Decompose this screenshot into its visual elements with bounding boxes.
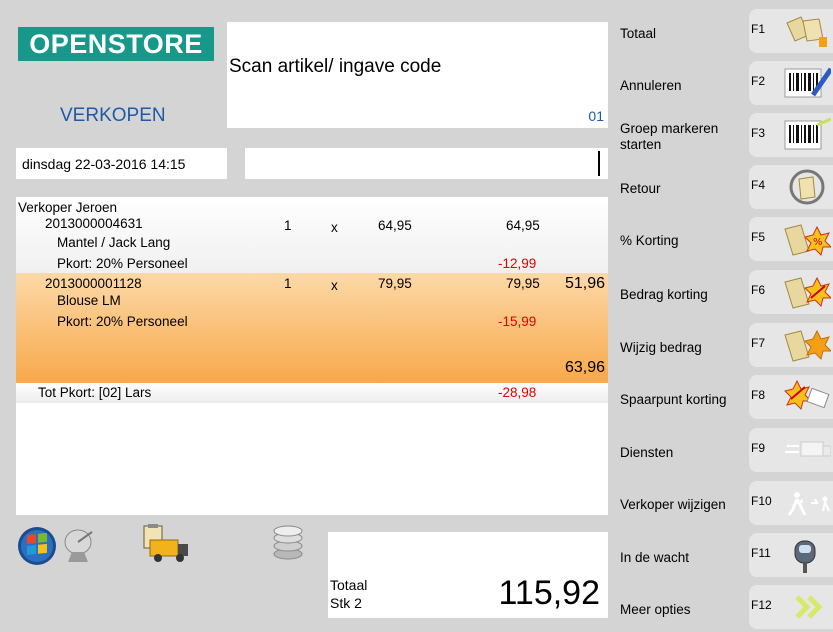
savings-points-icon	[784, 379, 830, 410]
code-input[interactable]	[245, 148, 608, 179]
f2-button[interactable]: F2	[749, 61, 833, 105]
f8-key-label: F8	[751, 388, 766, 402]
item-discount-label: Pkort: 20% Personeel	[57, 314, 188, 329]
f12-key-label: F12	[751, 598, 772, 612]
f10-key-label: F10	[751, 494, 772, 508]
fn-label-verkoper-wijzigen[interactable]: Verkoper wijzigen	[620, 497, 750, 513]
fn-label-percent-korting[interactable]: % Korting	[620, 233, 750, 249]
mode-title: VERKOPEN	[60, 105, 166, 126]
total-discount-label: Tot Pkort: [02] Lars	[38, 385, 152, 400]
f5-button[interactable]: F5 %	[749, 217, 833, 261]
item-subtotal: 63,96	[565, 359, 606, 376]
receipt-line-selected[interactable]: 2013000001128 1 x 79,95 79,95 Blouse LM …	[16, 273, 608, 383]
fn-label-groep-markeren[interactable]: Groep markeren starten	[620, 121, 750, 153]
receipt-list[interactable]: Verkoper Jeroen 2013000004631 1 x 64,95 …	[16, 197, 608, 515]
item-qty: 1	[284, 218, 292, 233]
item-qty: 1	[284, 276, 292, 291]
fn-label-spaarpunt-korting[interactable]: Spaarpunt korting	[620, 392, 750, 408]
f4-key-label: F4	[751, 178, 766, 192]
f6-button[interactable]: F6	[749, 270, 833, 314]
seller-label: Verkoper Jeroen	[18, 200, 118, 215]
f8-button[interactable]: F8	[749, 375, 833, 419]
scan-prompt: Scan artikel/ ingave code	[229, 56, 442, 77]
amount-discount-icon	[784, 276, 831, 309]
fn-label-bedrag-korting[interactable]: Bedrag korting	[620, 287, 750, 303]
f12-button[interactable]: F12	[749, 585, 833, 629]
item-price: 64,95	[378, 218, 412, 233]
fn-label-meer-opties[interactable]: Meer opties	[620, 602, 750, 618]
item-times: x	[331, 278, 338, 293]
item-discount-amount: -15,99	[498, 314, 537, 329]
item-amount: 79,95	[506, 276, 540, 291]
text-caret	[598, 151, 600, 176]
item-barcode: 2013000001128	[45, 276, 142, 291]
item-discount-label: Pkort: 20% Personeel	[57, 256, 188, 271]
total-discount-amount: -28,98	[498, 385, 537, 400]
f3-button[interactable]: F3	[749, 113, 833, 157]
f2-key-label: F2	[751, 74, 766, 88]
shopping-bags-icon	[786, 16, 827, 47]
f9-key-label: F9	[751, 441, 766, 455]
item-count: Stk 2	[330, 595, 362, 611]
change-amount-icon	[784, 329, 831, 362]
fn-label-in-de-wacht[interactable]: In de wacht	[620, 550, 750, 566]
item-amount: 64,95	[506, 218, 540, 233]
fn-label-wijzig-bedrag[interactable]: Wijzig bedrag	[620, 340, 750, 356]
total-display: Totaal Stk 2 115,92	[328, 532, 608, 618]
f9-button[interactable]: F9	[749, 428, 833, 472]
f3-key-label: F3	[751, 126, 766, 140]
item-name: Mantel / Jack Lang	[57, 235, 171, 250]
f7-key-label: F7	[751, 336, 766, 350]
total-label: Totaal	[330, 577, 368, 593]
windows-start-icon[interactable]	[17, 526, 59, 566]
f11-button[interactable]: F11	[749, 533, 833, 577]
fn-label-retour[interactable]: Retour	[620, 181, 750, 197]
delivery-truck-icon[interactable]	[140, 524, 190, 566]
total-amount: 115,92	[498, 574, 600, 612]
f4-button[interactable]: F4	[749, 165, 833, 209]
item-price: 79,95	[378, 276, 412, 291]
item-times: x	[331, 220, 338, 235]
f5-key-label: F5	[751, 230, 766, 244]
barcode-icon	[784, 117, 831, 150]
svg-text:%: %	[813, 237, 823, 248]
database-icon[interactable]	[270, 524, 306, 562]
item-barcode: 2013000004631	[45, 216, 143, 231]
fn-label-diensten[interactable]: Diensten	[620, 445, 750, 461]
f6-key-label: F6	[751, 283, 766, 297]
fn-label-totaal[interactable]: Totaal	[620, 26, 750, 42]
datetime-display: dinsdag 22-03-2016 14:15	[16, 148, 227, 179]
more-options-icon	[795, 595, 823, 619]
scan-code: 01	[588, 108, 604, 124]
satellite-dish-icon[interactable]	[62, 528, 100, 564]
fn-label-annuleren[interactable]: Annuleren	[620, 78, 750, 94]
total-discount-row[interactable]: Tot Pkort: [02] Lars -28,98	[16, 383, 608, 403]
change-seller-icon	[787, 492, 830, 516]
parking-meter-icon	[794, 540, 816, 573]
return-bag-icon	[789, 169, 825, 205]
openstore-logo: OPENSTORE	[18, 27, 214, 61]
f1-button[interactable]: F1	[749, 9, 833, 53]
f10-button[interactable]: F10	[749, 481, 833, 525]
item-name: Blouse LM	[57, 293, 121, 308]
f7-button[interactable]: F7	[749, 323, 833, 367]
percent-discount-icon: %	[784, 224, 831, 256]
barcode-cancel-icon	[784, 67, 831, 98]
services-truck-icon	[785, 441, 831, 457]
f1-key-label: F1	[751, 22, 766, 36]
item-discount-amount: -12,99	[498, 256, 537, 271]
scan-display: Scan artikel/ ingave code 01	[227, 22, 608, 128]
receipt-line[interactable]: Verkoper Jeroen 2013000004631 1 x 64,95 …	[16, 197, 608, 273]
item-subtotal: 51,96	[565, 275, 606, 292]
f11-key-label: F11	[751, 546, 771, 560]
